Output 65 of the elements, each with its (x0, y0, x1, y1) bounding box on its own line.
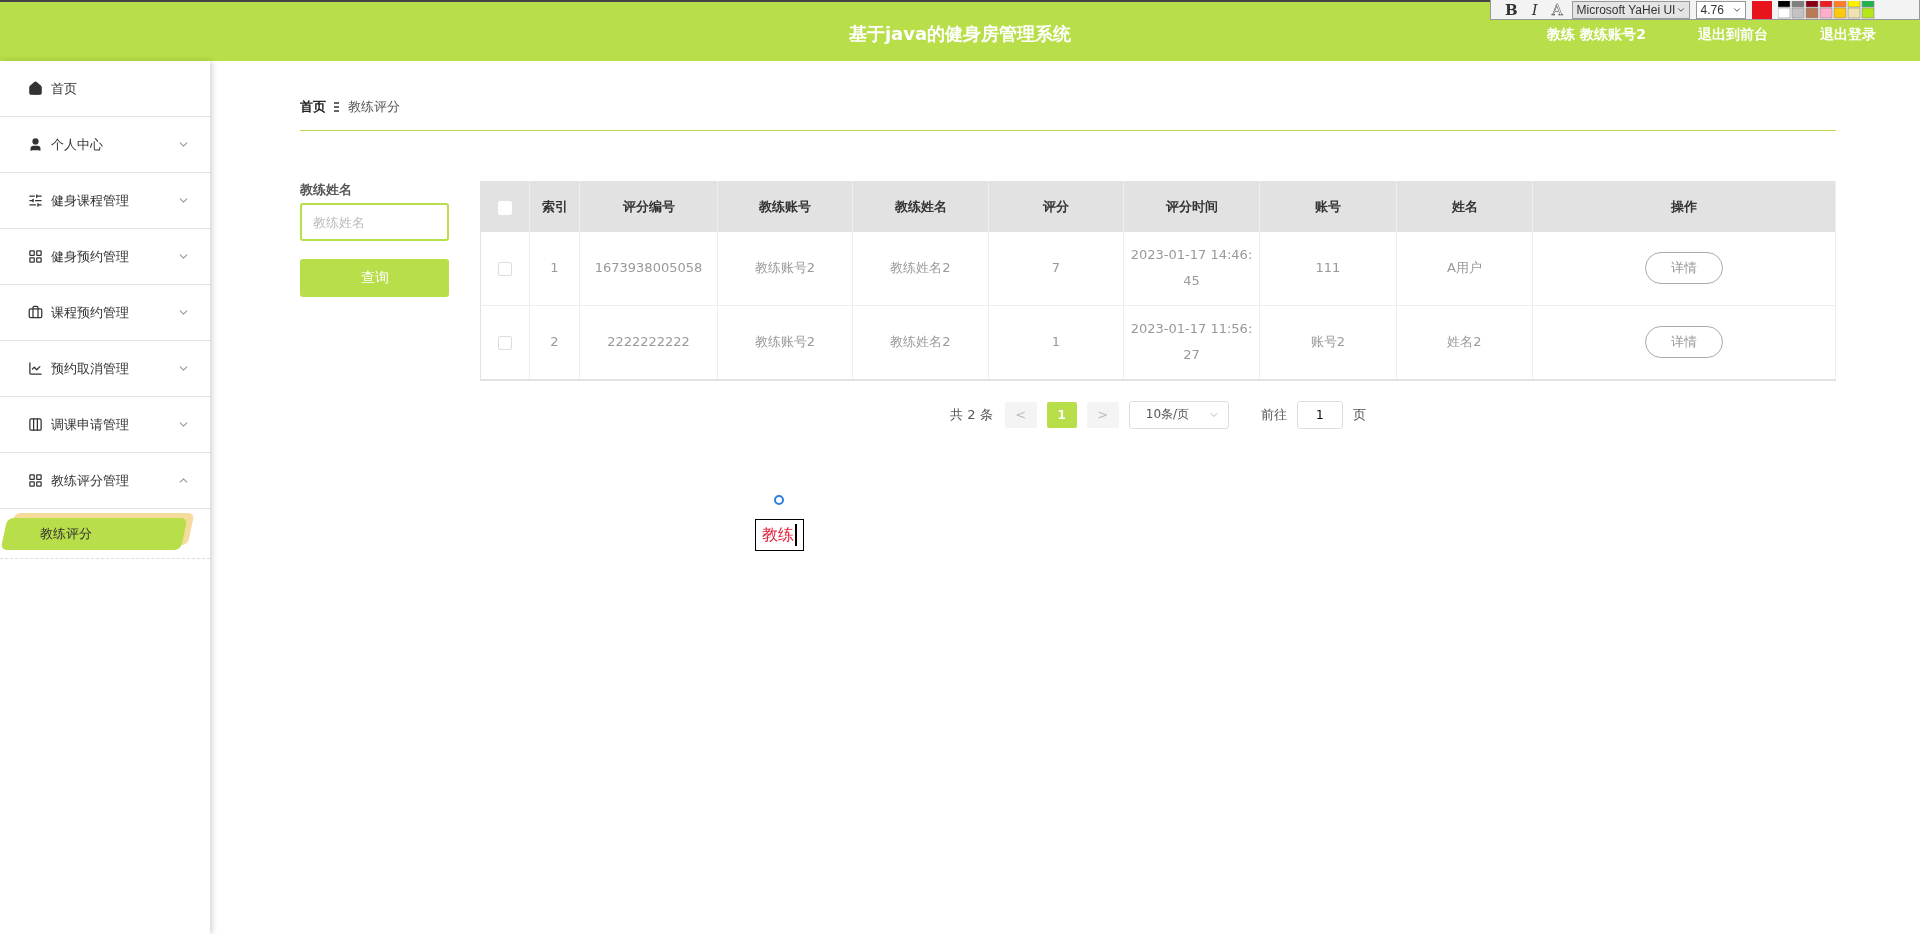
italic-button[interactable]: I (1527, 0, 1542, 19)
separator-icon (334, 102, 340, 112)
bold-button[interactable]: B (1501, 0, 1522, 19)
table-cell: 姓名2 (1396, 305, 1533, 380)
breadcrumb-current: 教练评分 (348, 98, 400, 116)
select-all-checkbox[interactable] (498, 200, 512, 215)
sidebar-item[interactable]: 教练评分管理 (0, 453, 210, 509)
total-count: 共 2 条 (950, 405, 993, 424)
page-suffix: 页 (1352, 405, 1366, 424)
grid-icon (28, 473, 43, 488)
sidebar-item[interactable]: 个人中心 (0, 117, 210, 173)
table-cell: 教练姓名2 (852, 231, 989, 306)
goto-label: 前往 (1260, 405, 1287, 424)
table-cell: A用户 (1396, 231, 1533, 306)
user-name: 教练 教练账号2 (1547, 25, 1646, 44)
column-header: 教练姓名 (852, 181, 989, 232)
sidebar-item[interactable]: 健身课程管理 (0, 173, 210, 229)
column-header: 教练账号 (717, 181, 853, 232)
table-cell: 教练姓名2 (852, 305, 989, 380)
sliders-icon (28, 193, 43, 208)
column-header: 评分 (988, 181, 1124, 232)
sidebar-item[interactable]: 调课申请管理 (0, 397, 210, 453)
sidebar-item[interactable]: 课程预约管理 (0, 285, 210, 341)
text-box[interactable]: 教练 (755, 519, 804, 551)
table-cell: 账号2 (1259, 305, 1397, 380)
row-checkbox[interactable] (498, 335, 512, 350)
table-cell: 111 (1259, 231, 1397, 306)
home-icon (28, 81, 43, 96)
font-select[interactable]: Microsoft YaHei UI (1572, 0, 1691, 19)
table-cell: 教练账号2 (717, 231, 853, 306)
chart-icon (28, 361, 43, 376)
size-select[interactable]: 4.76 (1696, 0, 1747, 19)
breadcrumb-link[interactable]: 首页 (300, 98, 326, 116)
column-header: 操作 (1532, 181, 1836, 232)
table-cell: 2 (529, 305, 580, 380)
sidebar-item[interactable]: 预约取消管理 (0, 341, 210, 397)
color-swatch[interactable] (1752, 0, 1773, 19)
page-input[interactable]: 1 (1296, 400, 1343, 429)
grid-icon (28, 249, 43, 264)
table-cell: 2023-01-17 11:56:27 (1123, 305, 1260, 380)
page-size-select[interactable]: 10条/页 (1128, 400, 1229, 429)
column-header: 账号 (1259, 181, 1397, 232)
user-icon (28, 137, 43, 152)
table-cell: 1 (988, 305, 1124, 380)
column-header: 评分时间 (1123, 181, 1260, 232)
table-cell: 1 (529, 231, 580, 306)
sidebar-item[interactable]: 健身预约管理 (0, 229, 210, 285)
field-label: 教练姓名 (300, 181, 353, 199)
briefcase-icon (28, 305, 43, 320)
column-header: 评分编号 (579, 181, 718, 232)
rotate-handle[interactable] (774, 495, 784, 505)
column-header: 姓名 (1396, 181, 1533, 232)
table-cell: 1673938005058 (579, 231, 718, 306)
outline-button[interactable]: A (1547, 0, 1567, 19)
table-cell: 教练账号2 (717, 305, 853, 380)
color-palette-drawing[interactable] (1778, 0, 1877, 19)
row-checkbox[interactable] (498, 261, 512, 276)
sidebar-item[interactable]: 首页 (0, 61, 210, 117)
table-cell: 2023-01-17 14:46:45 (1123, 231, 1260, 306)
app-title: 基于java的健身房管理系统 (848, 22, 1072, 46)
search-field[interactable]: 教练姓名 (300, 203, 449, 241)
table-cell: 7 (988, 231, 1124, 306)
table-cell: 2222222222 (579, 305, 718, 380)
columns-icon (28, 417, 43, 432)
column-header: 索引 (529, 181, 580, 232)
